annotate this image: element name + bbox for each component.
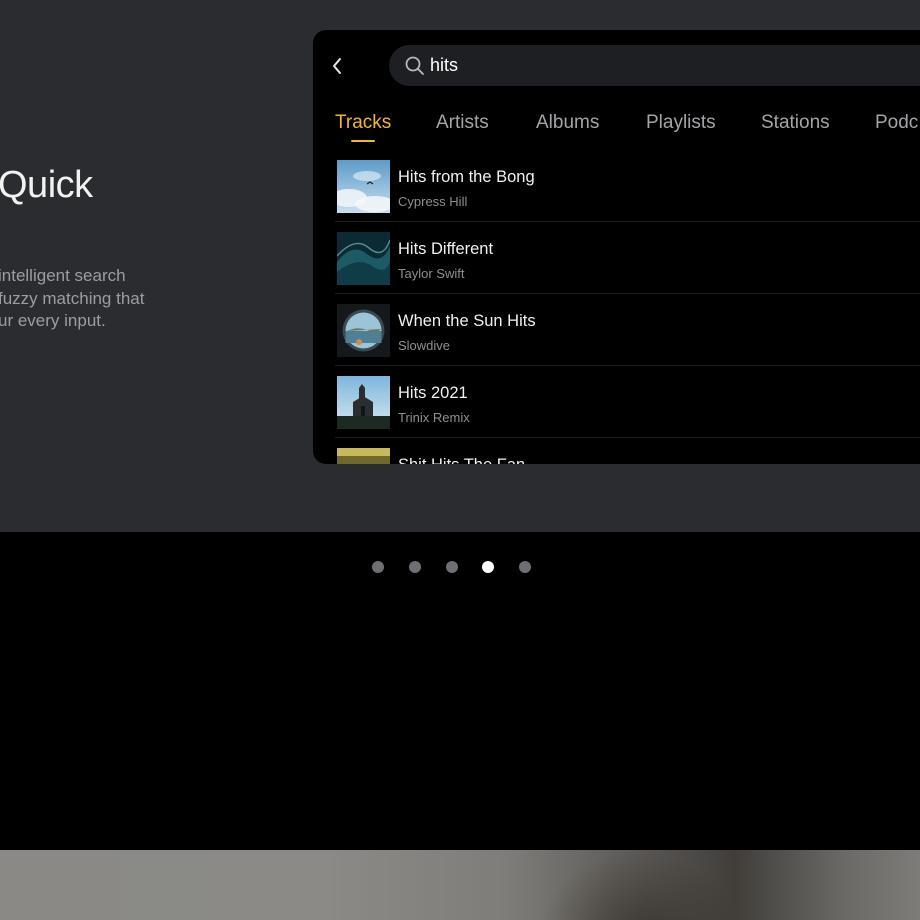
background-photo [0, 850, 920, 920]
track-row[interactable]: Hits Different Taylor Swift [335, 222, 920, 294]
track-row[interactable]: Hits from the Bong Cypress Hill [335, 150, 920, 222]
track-artist: Taylor Swift [398, 266, 465, 281]
carousel-pagination [0, 560, 920, 574]
tab-playlists[interactable]: Playlists [646, 112, 716, 134]
pagination-dot[interactable] [519, 561, 531, 573]
track-artist: Trinix Remix [398, 410, 470, 425]
promo-title: Quick [0, 164, 93, 206]
album-art [337, 448, 390, 464]
album-art [337, 304, 390, 357]
track-row[interactable]: When the Sun Hits Slowdive [335, 294, 920, 366]
chevron-left-icon [333, 58, 341, 74]
tab-tracks[interactable]: Tracks [335, 112, 391, 134]
tab-artists[interactable]: Artists [436, 112, 489, 134]
pagination-dot[interactable] [446, 561, 458, 573]
search-query[interactable]: hits [430, 55, 458, 76]
pagination-dot[interactable] [409, 561, 421, 573]
pagination-dot[interactable] [372, 561, 384, 573]
back-button[interactable] [327, 52, 347, 80]
track-title: Hits Different [398, 240, 494, 258]
pagination-dot-active[interactable] [482, 561, 494, 573]
promo-description-line: intelligent search [0, 266, 126, 285]
track-artist: Cypress Hill [398, 194, 468, 209]
track-title: When the Sun Hits [398, 312, 536, 330]
track-row[interactable]: Hits 2021 Trinix Remix [335, 366, 920, 438]
tab-stations[interactable]: Stations [761, 112, 830, 134]
search-icon [405, 56, 424, 75]
track-title: Hits 2021 [398, 384, 468, 402]
track-title: Hits from the Bong [398, 168, 535, 186]
app-screenshot: hits Tracks Artists Albums Playlists Sta… [313, 30, 920, 464]
album-art [337, 376, 390, 429]
promo-slide: Quick intelligent search fuzzy matching … [0, 0, 920, 532]
active-tab-indicator [351, 140, 375, 142]
promo-description-line: fuzzy matching that [0, 288, 145, 308]
track-artist: Slowdive [398, 338, 451, 353]
album-art [337, 160, 390, 213]
track-title: Shit Hits The Fan [398, 456, 525, 464]
track-row[interactable]: Shit Hits The Fan [335, 438, 920, 464]
page: Quick intelligent search fuzzy matching … [0, 0, 920, 920]
album-art [337, 232, 390, 285]
tab-podcasts[interactable]: Podc [875, 112, 918, 134]
search-input[interactable]: hits [389, 45, 920, 86]
promo-description: intelligent search fuzzy matching that u… [0, 265, 144, 333]
promo-description-line: ur every input. [0, 311, 106, 330]
tab-albums[interactable]: Albums [536, 112, 599, 134]
